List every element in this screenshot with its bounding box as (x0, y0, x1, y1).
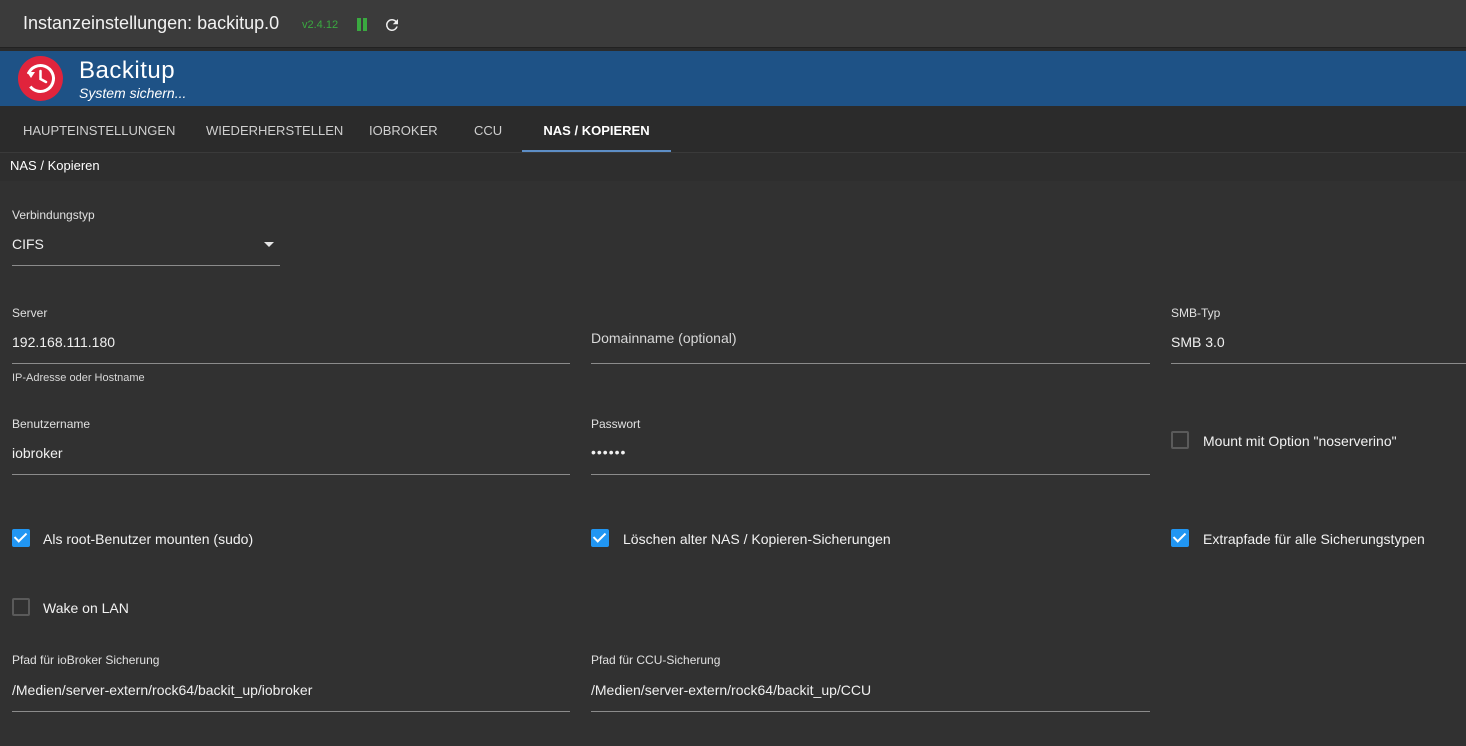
instance-settings-bar: Instanzeinstellungen: backitup.0 v2.4.12 (0, 0, 1466, 48)
iobroker-path-label: Pfad für ioBroker Sicherung (12, 653, 160, 667)
tab-haupteinstellungen[interactable]: HAUPTEINSTELLUNGEN (23, 109, 175, 152)
smb-type-underline (1171, 363, 1466, 364)
sudo-label: Als root-Benutzer mounten (sudo) (43, 531, 254, 547)
username-underline (12, 474, 570, 475)
sudo-checkbox[interactable] (12, 529, 30, 547)
connection-type-select[interactable]: CIFS (12, 236, 44, 252)
iobroker-path-underline (12, 711, 570, 712)
connection-type-underline (12, 265, 280, 266)
version-label: v2.4.12 (302, 19, 339, 31)
ccu-path-label: Pfad für CCU-Sicherung (591, 653, 721, 667)
smb-type-label: SMB-Typ (1171, 306, 1221, 320)
noserverino-label: Mount mit Option "noserverino" (1203, 433, 1397, 449)
smb-type-select[interactable]: SMB 3.0 (1171, 334, 1225, 350)
username-input[interactable]: iobroker (12, 445, 63, 461)
wake-on-lan-label: Wake on LAN (43, 600, 129, 616)
server-input[interactable]: 192.168.111.180 (12, 334, 115, 350)
ccu-path-input[interactable]: /Medien/server-extern/rock64/backit_up/C… (591, 682, 871, 698)
username-label: Benutzername (12, 417, 91, 431)
password-underline (591, 474, 1150, 475)
settings-tabs: HAUPTEINSTELLUNGEN WIEDERHERSTELLEN IOBR… (0, 109, 1466, 153)
tab-ccu[interactable]: CCU (474, 109, 502, 152)
reload-icon[interactable] (383, 16, 401, 34)
extra-paths-checkbox[interactable] (1171, 529, 1189, 547)
tab-iobroker[interactable]: IOBROKER (369, 109, 438, 152)
server-label: Server (12, 306, 48, 320)
adapter-header: Backitup System sichern... (0, 51, 1466, 106)
pause-icon[interactable] (356, 18, 368, 31)
extra-paths-label: Extrapfade für alle Sicherungstypen (1203, 531, 1425, 547)
adapter-slogan: System sichern... (79, 85, 187, 101)
chevron-down-icon[interactable] (264, 242, 274, 247)
adapter-name: Backitup (79, 57, 176, 84)
domain-input[interactable]: Domainname (optional) (591, 330, 737, 346)
delete-old-checkbox[interactable] (591, 529, 609, 547)
tab-wiederherstellen[interactable]: WIEDERHERSTELLEN (206, 109, 343, 152)
delete-old-label: Löschen alter NAS / Kopieren-Sicherungen (623, 531, 891, 547)
iobroker-path-input[interactable]: /Medien/server-extern/rock64/backit_up/i… (12, 682, 312, 698)
ccu-path-underline (591, 711, 1150, 712)
wake-on-lan-checkbox[interactable] (12, 598, 30, 616)
backitup-logo-icon (18, 56, 63, 101)
section-title: NAS / Kopieren (10, 158, 100, 173)
tab-nas-kopieren[interactable]: NAS / KOPIEREN (522, 109, 671, 152)
instance-title: Instanzeinstellungen: backitup.0 (23, 13, 280, 33)
domain-underline (591, 363, 1150, 364)
connection-type-label: Verbindungstyp (12, 208, 95, 222)
server-helper-text: IP-Adresse oder Hostname (12, 372, 145, 384)
password-label: Passwort (591, 417, 641, 431)
section-header (0, 153, 1466, 181)
server-underline (12, 363, 570, 364)
noserverino-checkbox[interactable] (1171, 431, 1189, 449)
password-input[interactable]: •••••• (591, 444, 626, 460)
